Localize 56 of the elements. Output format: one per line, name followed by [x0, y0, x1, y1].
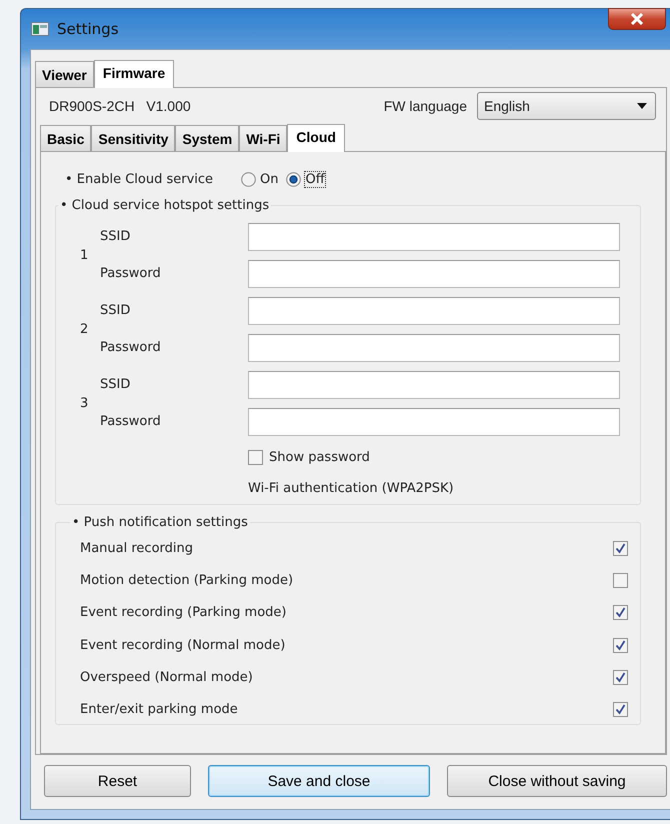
tab[interactable]: Wi-Fi — [239, 125, 288, 151]
tab[interactable]: System — [175, 125, 240, 151]
field-label: Password — [100, 340, 162, 355]
tab[interactable]: Cloud — [287, 124, 345, 152]
option-label: Event recording (Normal mode) — [80, 638, 286, 653]
ssid-field[interactable] — [248, 370, 620, 398]
dialog-button[interactable]: Reset — [44, 765, 191, 797]
option-label: Overspeed (Normal mode) — [80, 670, 253, 685]
password-field[interactable] — [248, 334, 620, 362]
tab[interactable]: Firmware — [94, 60, 174, 88]
model-name: DR900S-2CH — [49, 98, 135, 114]
checkbox-label: Show password — [269, 450, 370, 464]
option-label: Motion detection (Parking mode) — [80, 572, 294, 588]
checkbox[interactable] — [613, 540, 628, 556]
group-number: 1 — [79, 248, 90, 262]
dropdown-arrow-icon — [637, 103, 647, 109]
group-number: 3 — [79, 396, 90, 410]
tab[interactable]: Viewer — [35, 61, 94, 87]
firmware-version: V1.000 — [146, 98, 191, 114]
language-label: FW language — [384, 98, 467, 114]
field-label: Password — [100, 414, 162, 429]
option-label: Event recording (Parking mode) — [80, 605, 286, 620]
ssid-field[interactable] — [248, 222, 620, 250]
auth-note: Wi-Fi authentication (WPA2PSK) — [248, 480, 455, 498]
tab[interactable]: Sensitivity — [91, 125, 176, 151]
radio-label: On — [260, 172, 278, 187]
close-icon — [630, 13, 644, 25]
checkbox[interactable] — [613, 702, 628, 718]
window-title: Settings — [57, 20, 119, 38]
password-field[interactable] — [248, 408, 620, 436]
close-button[interactable] — [608, 8, 666, 30]
password-field[interactable] — [248, 260, 620, 288]
group-title: • Cloud service hotspot settings — [59, 198, 270, 213]
dialog-button[interactable]: Save and close — [208, 765, 430, 797]
language-dropdown[interactable]: English — [477, 92, 656, 120]
checkbox[interactable] — [613, 638, 628, 653]
radio-button[interactable] — [286, 172, 302, 187]
field-label: SSID — [100, 303, 132, 318]
ssid-field[interactable] — [248, 296, 620, 324]
option-label: Enter/exit parking mode — [80, 702, 238, 718]
checkbox[interactable] — [613, 670, 628, 685]
checkbox[interactable] — [613, 572, 628, 588]
window-icon — [31, 22, 49, 36]
field-label: SSID — [100, 377, 132, 392]
radio-button[interactable] — [241, 172, 256, 187]
group-title: • Push notification settings — [71, 515, 249, 530]
field-label: SSID — [100, 229, 132, 244]
radio-label: Off — [305, 172, 325, 187]
field-label: Password — [100, 266, 162, 281]
tab[interactable]: Basic — [40, 125, 92, 151]
checkbox[interactable] — [248, 450, 263, 464]
dialog-button[interactable]: Close without saving — [447, 765, 667, 797]
option-label: Manual recording — [80, 540, 194, 556]
group-number: 2 — [79, 322, 90, 336]
checkbox[interactable] — [613, 605, 628, 620]
option-label: • Enable Cloud service — [65, 172, 214, 187]
